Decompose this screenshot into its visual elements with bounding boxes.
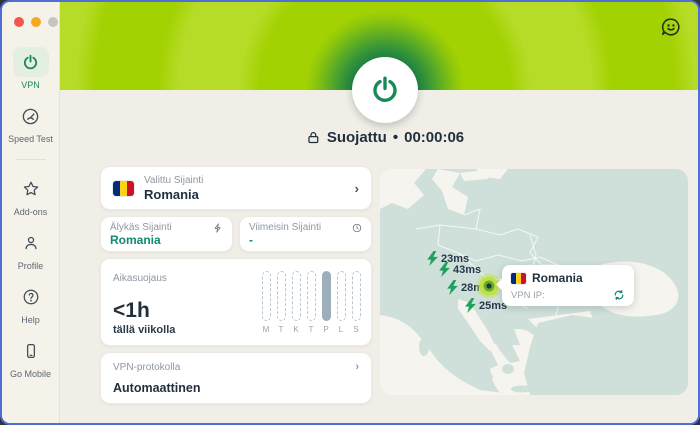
day-label: S [353, 325, 358, 334]
day-label: P [323, 325, 328, 334]
smart-location-card[interactable]: Älykäs Sijainti Romania [100, 216, 233, 252]
usage-bar [352, 271, 361, 321]
usage-bar [262, 271, 271, 321]
traffic-lights [2, 2, 58, 27]
sidebar-item-add-ons[interactable]: Add-ons [13, 174, 49, 217]
window-frame: VPN Speed Test [0, 0, 700, 425]
speedometer-icon [13, 101, 49, 131]
refresh-icon[interactable] [613, 289, 625, 301]
day-label: M [263, 325, 270, 334]
status-separator: • [393, 129, 398, 146]
romania-flag-icon [113, 181, 134, 196]
sidebar-nav: VPN Speed Test [2, 47, 59, 390]
question-circle-icon [13, 282, 49, 312]
time-protection-value: <1h [113, 299, 150, 323]
status-timer: 00:00:06 [404, 129, 464, 146]
day-label: K [293, 325, 298, 334]
vpn-protocol-value: Automaattinen [113, 381, 359, 395]
weekly-usage-chart: M T K T P L S [261, 271, 361, 334]
chevron-right-icon: › [355, 361, 359, 373]
sidebar-item-label: Go Mobile [10, 369, 51, 379]
lock-icon [306, 130, 321, 145]
main-area: Suojattu • 00:00:06 Valittu Sijainti Rom… [60, 2, 698, 423]
smart-location-title: Älykäs Sijainti [110, 222, 172, 233]
time-protection-card: Aikasuojaus <1h tällä viikolla M T K T P… [100, 258, 372, 346]
zoom-button [48, 17, 58, 27]
selected-location-value: Romania [144, 187, 345, 202]
latency-ping: 43ms [438, 262, 481, 277]
sidebar-item-vpn[interactable]: VPN [13, 47, 49, 90]
bolt-icon [213, 223, 223, 233]
latency-ping: 25ms [464, 298, 507, 313]
time-protection-title: Aikasuojaus [113, 273, 167, 284]
sidebar-item-label: Speed Test [8, 134, 53, 144]
bolt-icon [438, 262, 451, 277]
feedback-smiley-icon[interactable] [660, 16, 682, 38]
romania-flag-icon [511, 273, 526, 284]
sidebar-item-label: Help [21, 315, 40, 325]
usage-bar [337, 271, 346, 321]
clock-icon [352, 223, 362, 233]
star-icon [13, 174, 49, 204]
app-window: VPN Speed Test [2, 2, 698, 423]
vpn-protocol-card[interactable]: VPN-protokolla › Automaattinen [100, 352, 372, 404]
usage-bar-active [322, 271, 331, 321]
connection-status: Suojattu • 00:00:06 [306, 129, 464, 146]
europe-map[interactable]: 23ms 43ms 28ms 25ms [380, 169, 688, 395]
vpn-protocol-title: VPN-protokolla [113, 362, 180, 373]
usage-bar [277, 271, 286, 321]
day-label: L [339, 325, 343, 334]
last-location-title: Viimeisin Sijainti [249, 222, 321, 233]
sidebar-item-help[interactable]: Help [13, 282, 49, 325]
sidebar-divider [16, 159, 46, 160]
sidebar-item-label: Add-ons [14, 207, 48, 217]
last-location-value: - [249, 233, 362, 247]
usage-bar [292, 271, 301, 321]
connect-power-button[interactable] [352, 57, 418, 123]
time-protection-subtitle: tällä viikolla [113, 324, 175, 336]
controls-column: Valittu Sijainti Romania › Älykäs Sijain… [100, 166, 372, 404]
selected-location-title: Valittu Sijainti [144, 175, 345, 186]
location-row: Älykäs Sijainti Romania Viimeisin Sijain… [100, 216, 372, 252]
day-label: T [309, 325, 314, 334]
sidebar: VPN Speed Test [2, 2, 60, 423]
smart-location-value: Romania [110, 233, 223, 247]
sidebar-item-go-mobile[interactable]: Go Mobile [10, 336, 51, 379]
sidebar-item-speed-test[interactable]: Speed Test [8, 101, 53, 144]
last-location-card[interactable]: Viimeisin Sijainti - [239, 216, 372, 252]
sidebar-item-profile[interactable]: Profile [13, 228, 49, 271]
day-label: T [279, 325, 284, 334]
sidebar-item-label: Profile [18, 261, 44, 271]
bolt-icon [464, 298, 477, 313]
status-label: Suojattu [327, 129, 387, 146]
power-icon [13, 47, 49, 77]
sidebar-item-label: VPN [21, 80, 40, 90]
tooltip-country: Romania [532, 271, 583, 285]
selected-location-card[interactable]: Valittu Sijainti Romania › [100, 166, 372, 210]
server-tooltip: Romania VPN IP: [502, 265, 634, 306]
person-icon [13, 228, 49, 258]
minimize-button[interactable] [31, 17, 41, 27]
chevron-right-icon: › [355, 181, 359, 196]
bolt-icon [446, 280, 459, 295]
usage-bar [307, 271, 316, 321]
close-button[interactable] [14, 17, 24, 27]
phone-icon [13, 336, 49, 366]
tooltip-ip-label: VPN IP: [511, 290, 545, 301]
